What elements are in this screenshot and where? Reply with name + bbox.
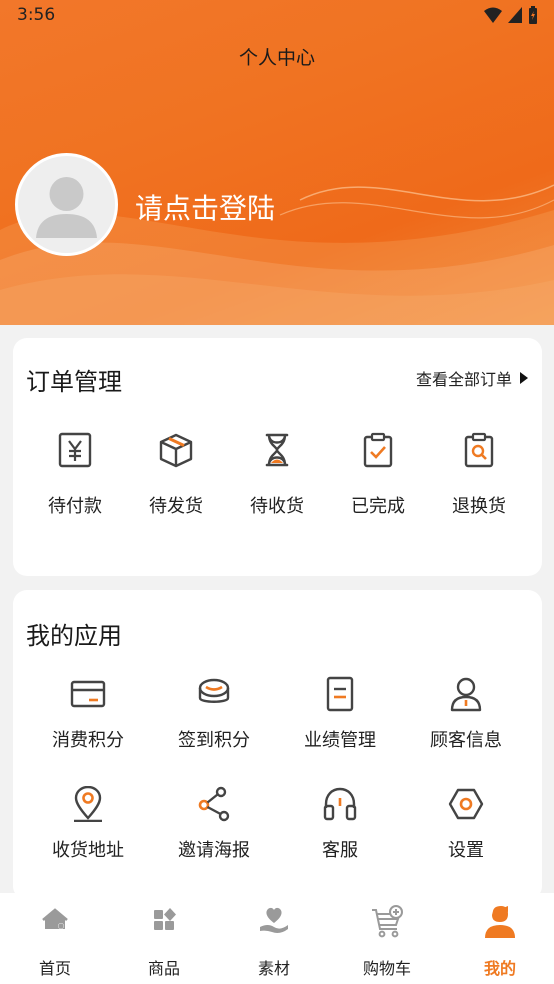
- document-icon: [326, 676, 354, 712]
- app-item-label: 收货地址: [52, 840, 124, 861]
- app-item-label: 顾客信息: [430, 730, 502, 751]
- view-all-orders-link[interactable]: 查看全部订单: [416, 366, 528, 390]
- app-item-checkin-points[interactable]: 签到积分: [154, 676, 274, 752]
- status-bar: 3:56: [0, 0, 554, 32]
- tab-label: 购物车: [362, 959, 411, 978]
- card-icon: [70, 680, 106, 708]
- wifi-icon: [484, 7, 502, 23]
- cart-icon: [372, 905, 403, 938]
- tab-label: 商品: [147, 959, 180, 978]
- tab-mine[interactable]: 我的: [445, 893, 554, 984]
- tab-label: 首页: [38, 959, 71, 978]
- app-item-label: 客服: [322, 840, 358, 861]
- app-item-customer-info[interactable]: 顾客信息: [406, 676, 526, 752]
- package-icon: [159, 433, 193, 468]
- view-all-orders-label: 查看全部订单: [415, 370, 512, 389]
- share-icon: [198, 786, 230, 822]
- settings-hex-icon: [448, 788, 484, 820]
- tab-home[interactable]: 首页: [0, 893, 110, 984]
- order-item-returns[interactable]: 退换货: [419, 432, 539, 518]
- heart-hand-icon: [260, 907, 288, 933]
- bottom-tab-bar: 首页 商品 素材 购物车 我的: [0, 893, 554, 984]
- yen-payment-icon: [58, 432, 92, 468]
- page-title: 个人中心: [238, 47, 315, 69]
- status-time: 3:56: [17, 5, 56, 25]
- app-item-shipping-address[interactable]: 收货地址: [28, 786, 148, 862]
- status-icons: [484, 6, 538, 24]
- clipboard-search-icon: [464, 432, 494, 468]
- tab-materials[interactable]: 素材: [219, 893, 329, 984]
- app-item-label: 邀请海报: [178, 840, 250, 861]
- order-item-label: 退换货: [452, 496, 506, 517]
- headset-icon: [323, 787, 357, 821]
- default-avatar-icon: [36, 177, 97, 238]
- profile-header: 3:56 个人中心 请点击登陆: [0, 0, 554, 325]
- location-pin-icon: [74, 786, 102, 822]
- home-icon: [42, 908, 68, 929]
- app-item-label: 消费积分: [52, 730, 124, 751]
- app-item-customer-service[interactable]: 客服: [280, 786, 400, 862]
- app-item-performance[interactable]: 业绩管理: [280, 676, 400, 752]
- tab-cart[interactable]: 购物车: [332, 893, 442, 984]
- app-item-label: 设置: [448, 840, 484, 861]
- tab-products[interactable]: 商品: [109, 893, 219, 984]
- user-icon: [450, 677, 482, 712]
- app-item-consumption-points[interactable]: 消费积分: [28, 676, 148, 752]
- apps-section-title: 我的应用: [26, 622, 122, 650]
- profile-icon: [485, 906, 515, 938]
- hourglass-icon: [265, 433, 289, 467]
- app-item-label: 签到积分: [178, 730, 250, 751]
- clipboard-check-icon: [363, 432, 393, 468]
- login-prompt[interactable]: 请点击登陆: [135, 187, 275, 227]
- coins-icon: [198, 678, 230, 703]
- order-management-card: 订单管理 查看全部订单 待付款 待发货 待收货 已完成 退换货: [13, 338, 542, 576]
- tab-label: 素材: [257, 959, 290, 978]
- signal-icon: [508, 7, 522, 23]
- order-section-title: 订单管理: [26, 368, 122, 396]
- arrow-right-icon: [520, 372, 528, 384]
- grid-icon: [154, 908, 176, 930]
- avatar[interactable]: [15, 153, 118, 256]
- app-item-invite-poster[interactable]: 邀请海报: [154, 786, 274, 862]
- app-item-label: 业绩管理: [304, 730, 376, 751]
- tab-label: 我的: [483, 959, 516, 978]
- app-item-settings[interactable]: 设置: [406, 786, 526, 862]
- battery-icon: [529, 6, 537, 24]
- my-apps-card: 我的应用 消费积分 签到积分 业绩管理 顾客信息 收货地址 邀请海报 客服 设置: [13, 590, 542, 900]
